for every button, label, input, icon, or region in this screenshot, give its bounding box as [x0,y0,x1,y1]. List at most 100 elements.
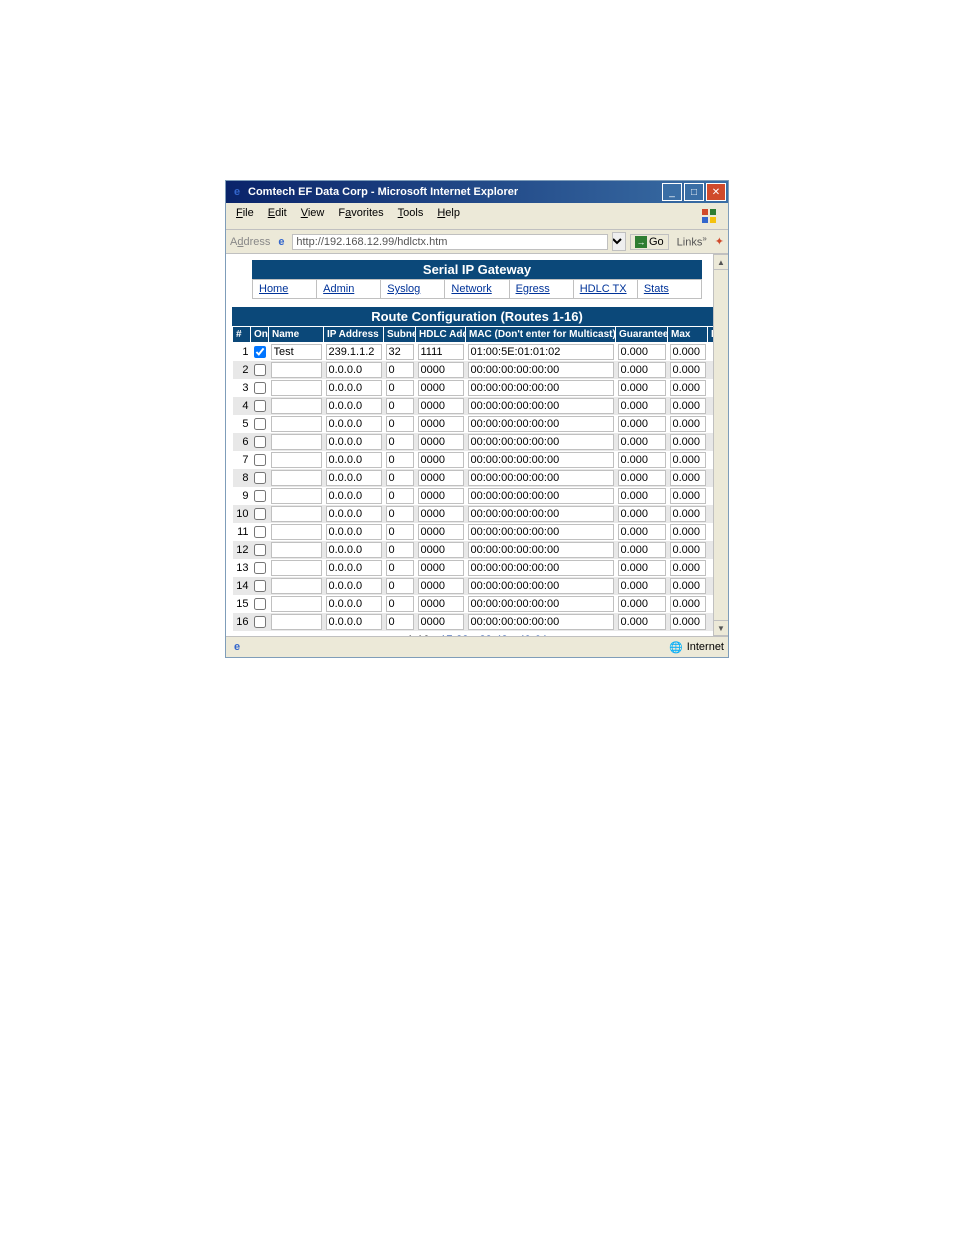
extension-icon[interactable]: ✦ [715,235,724,248]
route-on-checkbox[interactable] [254,544,266,556]
route-subnet-input[interactable] [386,506,414,522]
route-hdlc-input[interactable] [418,614,464,630]
route-on-checkbox[interactable] [254,454,266,466]
route-ip-input[interactable] [326,578,382,594]
route-hdlc-input[interactable] [418,344,464,360]
route-subnet-input[interactable] [386,452,414,468]
route-name-input[interactable] [271,416,322,432]
route-mac-input[interactable] [468,488,614,504]
route-guaranteed-input[interactable] [618,542,666,558]
route-ip-input[interactable] [326,488,382,504]
route-name-input[interactable] [271,578,322,594]
route-on-checkbox[interactable] [254,418,266,430]
route-name-input[interactable] [271,506,322,522]
route-on-checkbox[interactable] [254,598,266,610]
route-guaranteed-input[interactable] [618,434,666,450]
route-guaranteed-input[interactable] [618,380,666,396]
route-name-input[interactable] [271,398,322,414]
route-on-checkbox[interactable] [254,490,266,502]
route-guaranteed-input[interactable] [618,344,666,360]
nav-network[interactable]: Network [445,280,509,298]
route-subnet-input[interactable] [386,578,414,594]
nav-home[interactable]: Home [253,280,317,298]
route-max-input[interactable] [670,596,706,612]
nav-admin[interactable]: Admin [317,280,381,298]
nav-hdlctx[interactable]: HDLC TX [574,280,638,298]
vertical-scrollbar[interactable]: ▲ ▼ [713,254,728,636]
route-on-checkbox[interactable] [254,562,266,574]
route-mac-input[interactable] [468,596,614,612]
route-max-input[interactable] [670,452,706,468]
route-max-input[interactable] [670,542,706,558]
links-label[interactable]: Links» [673,234,711,249]
route-max-input[interactable] [670,416,706,432]
route-name-input[interactable] [271,470,322,486]
route-name-input[interactable] [271,596,322,612]
route-hdlc-input[interactable] [418,578,464,594]
route-hdlc-input[interactable] [418,596,464,612]
route-guaranteed-input[interactable] [618,488,666,504]
route-max-input[interactable] [670,434,706,450]
route-guaranteed-input[interactable] [618,596,666,612]
route-max-input[interactable] [670,506,706,522]
route-ip-input[interactable] [326,470,382,486]
route-hdlc-input[interactable] [418,560,464,576]
route-hdlc-input[interactable] [418,452,464,468]
nav-egress[interactable]: Egress [510,280,574,298]
menu-view[interactable]: View [295,205,331,227]
route-mac-input[interactable] [468,380,614,396]
route-ip-input[interactable] [326,380,382,396]
route-max-input[interactable] [670,470,706,486]
route-max-input[interactable] [670,380,706,396]
pager-33-48[interactable]: 33-48 [479,634,507,636]
route-subnet-input[interactable] [386,344,414,360]
address-dropdown[interactable] [612,232,626,251]
route-mac-input[interactable] [468,524,614,540]
nav-syslog[interactable]: Syslog [381,280,445,298]
route-hdlc-input[interactable] [418,488,464,504]
route-ip-input[interactable] [326,362,382,378]
maximize-button[interactable]: □ [684,183,704,201]
menu-favorites[interactable]: Favorites [332,205,389,227]
route-ip-input[interactable] [326,542,382,558]
route-on-checkbox[interactable] [254,346,266,358]
route-on-checkbox[interactable] [254,580,266,592]
route-subnet-input[interactable] [386,470,414,486]
route-subnet-input[interactable] [386,362,414,378]
route-subnet-input[interactable] [386,380,414,396]
route-subnet-input[interactable] [386,542,414,558]
nav-stats[interactable]: Stats [638,280,701,298]
route-mac-input[interactable] [468,560,614,576]
route-mac-input[interactable] [468,578,614,594]
route-hdlc-input[interactable] [418,398,464,414]
route-guaranteed-input[interactable] [618,614,666,630]
route-hdlc-input[interactable] [418,416,464,432]
route-on-checkbox[interactable] [254,436,266,448]
route-max-input[interactable] [670,362,706,378]
route-guaranteed-input[interactable] [618,398,666,414]
route-ip-input[interactable] [326,434,382,450]
route-max-input[interactable] [670,344,706,360]
route-mac-input[interactable] [468,434,614,450]
route-ip-input[interactable] [326,524,382,540]
route-subnet-input[interactable] [386,434,414,450]
minimize-button[interactable]: _ [662,183,682,201]
route-guaranteed-input[interactable] [618,578,666,594]
route-ip-input[interactable] [326,452,382,468]
route-max-input[interactable] [670,488,706,504]
route-ip-input[interactable] [326,344,382,360]
route-ip-input[interactable] [326,416,382,432]
route-on-checkbox[interactable] [254,472,266,484]
route-subnet-input[interactable] [386,398,414,414]
route-name-input[interactable] [271,362,322,378]
route-subnet-input[interactable] [386,524,414,540]
route-name-input[interactable] [271,344,322,360]
menu-help[interactable]: Help [431,205,466,227]
route-hdlc-input[interactable] [418,434,464,450]
route-hdlc-input[interactable] [418,470,464,486]
route-max-input[interactable] [670,524,706,540]
route-name-input[interactable] [271,524,322,540]
scroll-down-icon[interactable]: ▼ [713,620,728,636]
route-guaranteed-input[interactable] [618,416,666,432]
pager-17-32[interactable]: 17-32 [440,634,468,636]
